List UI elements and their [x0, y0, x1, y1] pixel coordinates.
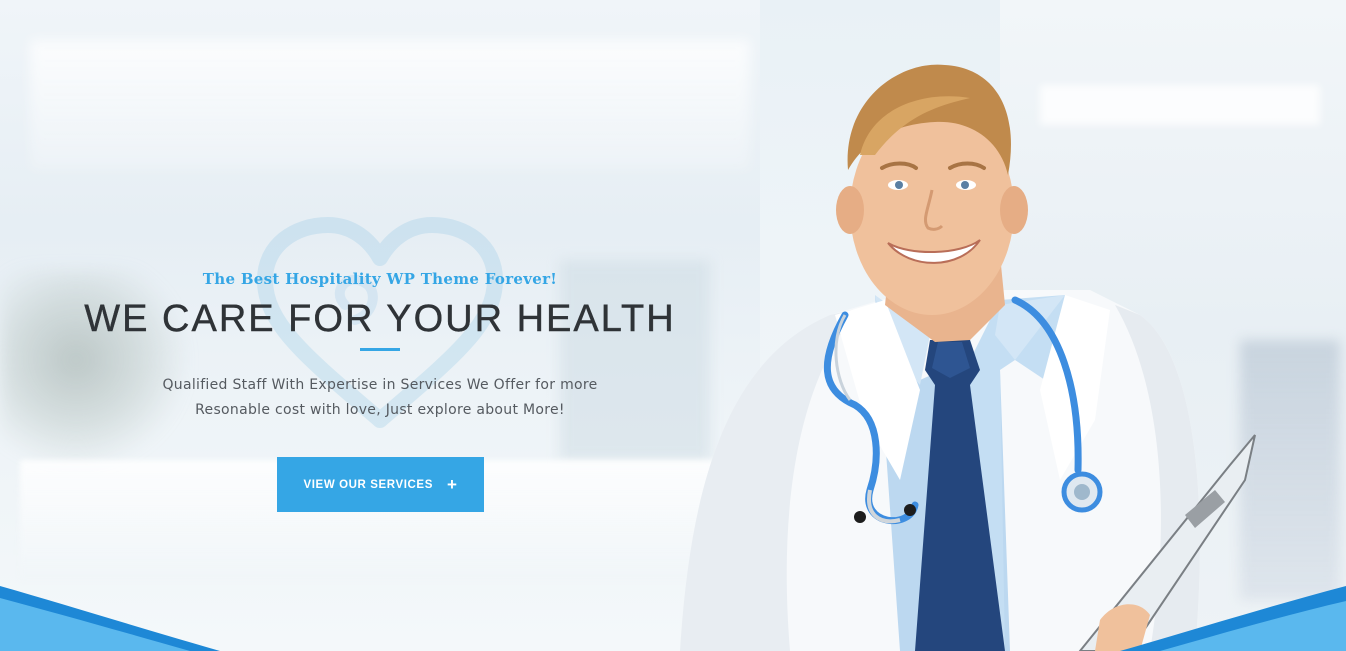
hero-headline: WE CARE FOR YOUR HEALTH	[84, 298, 676, 340]
plus-icon: +	[446, 475, 458, 494]
view-services-label: VIEW OUR SERVICES	[303, 478, 433, 491]
view-services-button[interactable]: VIEW OUR SERVICES +	[277, 457, 484, 512]
bottom-wave-right	[1120, 586, 1346, 651]
hero-slider: The Best Hospitality WP Theme Forever! W…	[0, 0, 1346, 651]
bottom-wave-left	[0, 586, 220, 651]
description-line-2: Resonable cost with love, Just explore a…	[195, 402, 565, 418]
doctor-photo	[680, 64, 1256, 651]
background-ceiling-light	[30, 40, 750, 170]
hero-description: Qualified Staff With Expertise in Servic…	[0, 373, 760, 423]
headline-divider	[360, 348, 400, 351]
hero-tagline: The Best Hospitality WP Theme Forever!	[202, 270, 558, 288]
description-line-1: Qualified Staff With Expertise in Servic…	[162, 377, 598, 393]
